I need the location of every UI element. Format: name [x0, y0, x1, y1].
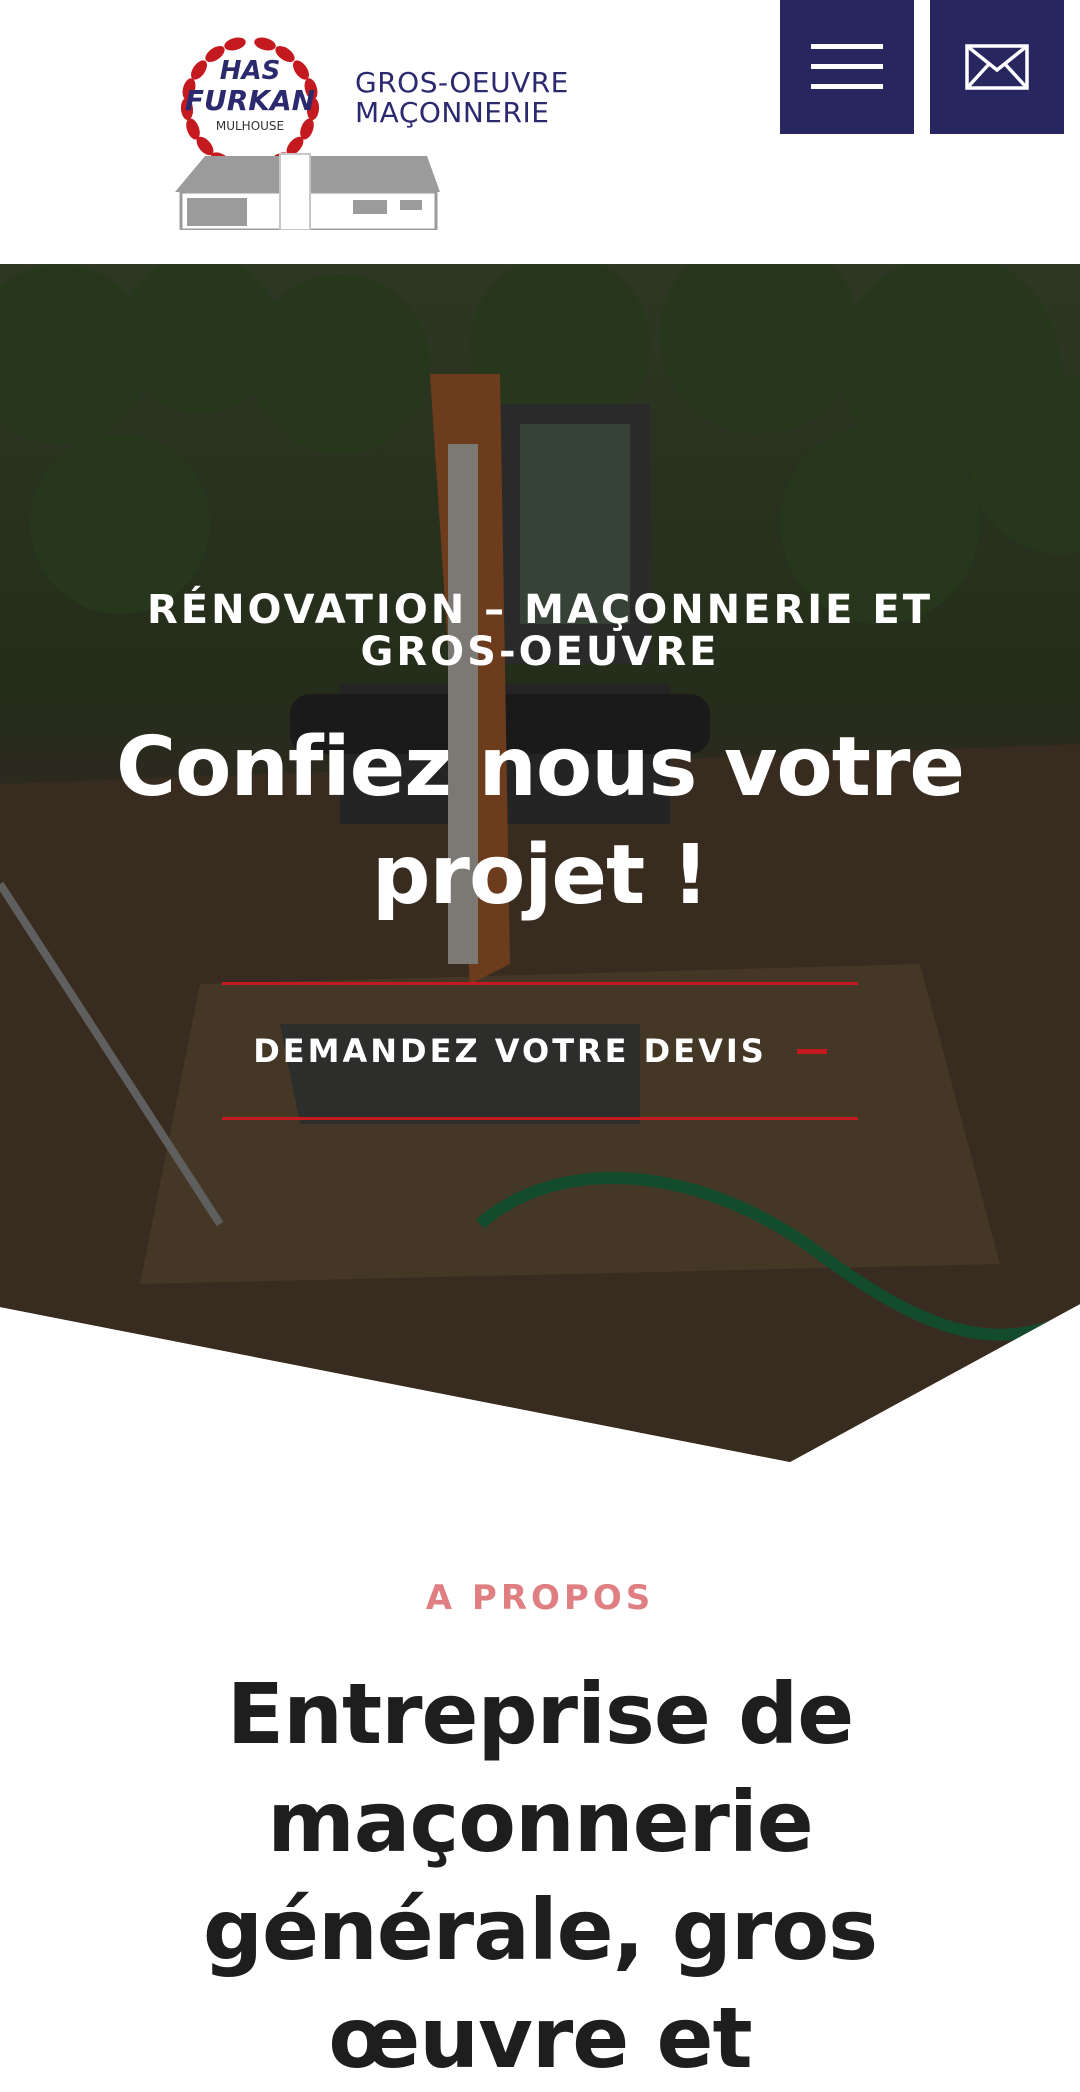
about-section-label: A PROPOS	[425, 1578, 655, 1618]
contact-mail-button[interactable]	[930, 0, 1064, 134]
logo-tagline-line1: GROS-OEUVRE	[355, 66, 569, 99]
hero-section: RÉNOVATION – MAÇONNERIE ET GROS-OEUVRE C…	[0, 264, 1080, 1464]
request-quote-button[interactable]: DEMANDEZ VOTRE DEVIS	[222, 982, 858, 1120]
company-logo[interactable]: HAS FURKAN MULHOUSE GROS-OEUVRE MAÇONNER…	[175, 34, 585, 230]
svg-text:HAS: HAS	[220, 56, 281, 86]
dash-icon	[796, 1048, 827, 1054]
logo-emblem-icon: HAS FURKAN MULHOUSE	[175, 37, 440, 230]
svg-text:MULHOUSE: MULHOUSE	[216, 119, 284, 133]
about-section-title: Entreprise de maçonnerie générale, gros …	[202, 1665, 878, 2087]
menu-button[interactable]	[780, 0, 914, 134]
svg-text:FURKAN: FURKAN	[185, 84, 315, 117]
site-header: HAS FURKAN MULHOUSE GROS-OEUVRE MAÇONNER…	[0, 0, 1080, 264]
hamburger-icon	[811, 44, 883, 89]
logo-tagline: GROS-OEUVRE MAÇONNERIE	[355, 68, 585, 128]
hero-title: Confiez nous votre projet !	[115, 720, 965, 923]
logo-tagline-line2: MAÇONNERIE	[355, 96, 550, 129]
envelope-icon	[965, 44, 1029, 90]
request-quote-label: DEMANDEZ VOTRE DEVIS	[253, 1032, 767, 1070]
hero-eyebrow: RÉNOVATION – MAÇONNERIE ET GROS-OEUVRE	[146, 587, 934, 675]
